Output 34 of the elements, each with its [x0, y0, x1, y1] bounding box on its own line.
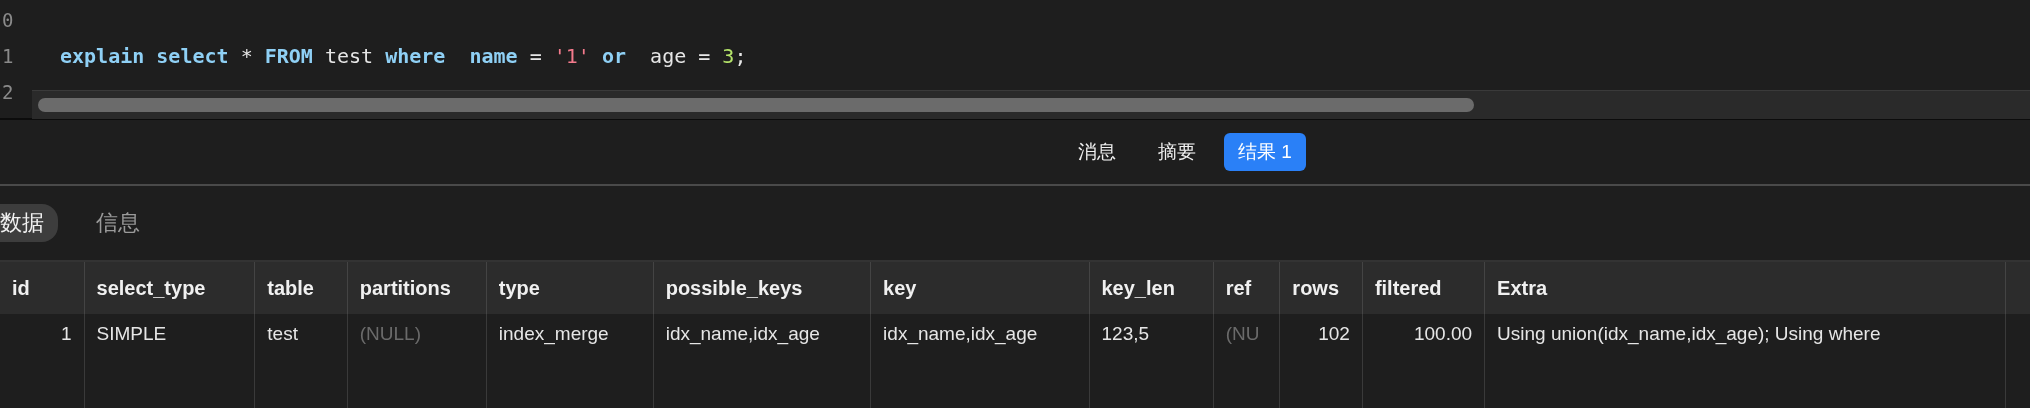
column-header[interactable]: possible_keys: [653, 262, 872, 314]
table-cell: 102: [1280, 314, 1363, 408]
column-header[interactable]: partitions: [347, 262, 487, 314]
column-header[interactable]: table: [255, 262, 348, 314]
result-tab[interactable]: 消息: [1064, 133, 1131, 171]
table-cell: (NULL): [347, 314, 487, 408]
column-header[interactable]: key: [871, 262, 1090, 314]
column-header[interactable]: type: [486, 262, 654, 314]
line-number: 0: [2, 9, 14, 31]
table-cell: index_merge: [486, 314, 654, 408]
column-header[interactable]: id: [0, 262, 85, 314]
table-cell: (NU: [1213, 314, 1281, 408]
line-number: 1: [2, 45, 14, 67]
column-header[interactable]: key_len: [1089, 262, 1214, 314]
view-tab[interactable]: 数据: [0, 204, 58, 242]
table-cell: 1: [0, 314, 85, 408]
table-cell: 123,5: [1089, 314, 1214, 408]
result-tab[interactable]: 摘要: [1144, 133, 1211, 171]
column-header[interactable]: Extra: [1485, 262, 2006, 314]
table-cell: test: [255, 314, 348, 408]
code-line: explain select * FROM test where name = '1' or age = 3;: [60, 43, 748, 70]
table-cell: SIMPLE: [84, 314, 256, 408]
table-cell: Using union(idx_name,idx_age); Using where: [1485, 314, 2006, 408]
column-header[interactable]: ref: [1213, 262, 1281, 314]
result-tab[interactable]: 结果 1: [1224, 133, 1306, 171]
horizontal-scrollbar[interactable]: [32, 90, 2030, 119]
view-tab[interactable]: 信息: [82, 204, 154, 242]
column-header[interactable]: rows: [1280, 262, 1363, 314]
table-cell: idx_name,idx_age: [871, 314, 1090, 408]
column-header[interactable]: filtered: [1362, 262, 1486, 314]
table-cell: 100.00: [1362, 314, 1486, 408]
line-number: 2: [2, 81, 14, 103]
column-header[interactable]: select_type: [84, 262, 256, 314]
table-cell: idx_name,idx_age: [653, 314, 872, 408]
